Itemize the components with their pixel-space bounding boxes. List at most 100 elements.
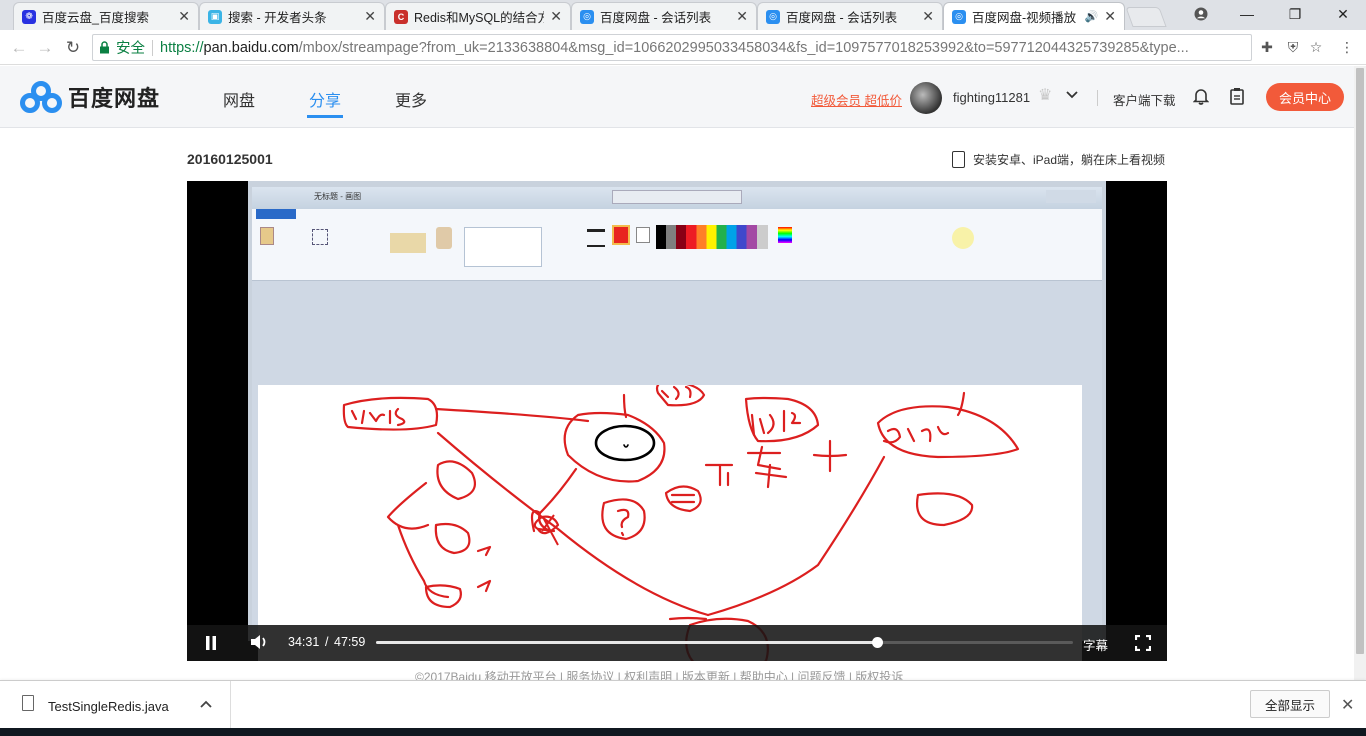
download-item[interactable]: TestSingleRedis.java bbox=[0, 681, 231, 729]
minimize-button[interactable]: — bbox=[1224, 0, 1270, 28]
player-controls: 34:31 / 47:59 字幕 bbox=[187, 625, 1167, 661]
total-time: 47:59 bbox=[334, 635, 366, 649]
close-icon[interactable]: ✕ bbox=[550, 8, 562, 25]
progress-played bbox=[376, 641, 878, 644]
baidu-pan-logo[interactable]: 百度网盘 bbox=[20, 81, 160, 113]
fullscreen-button[interactable] bbox=[1134, 634, 1152, 652]
back-arrow-icon[interactable]: ← bbox=[8, 37, 30, 59]
paint-canvas-area bbox=[252, 281, 1102, 661]
restore-button[interactable]: ❐ bbox=[1272, 0, 1318, 28]
username[interactable]: fighting11281 bbox=[953, 90, 1030, 105]
mobile-app-link[interactable]: 安装安卓、iPad端，躺在床上看视频 bbox=[952, 151, 1165, 168]
logo-text: 百度网盘 bbox=[68, 86, 161, 111]
bookmark-star-icon[interactable]: ☆ bbox=[1307, 38, 1325, 56]
bell-icon[interactable] bbox=[1192, 87, 1210, 110]
profile-icon[interactable] bbox=[1178, 0, 1224, 28]
tab-toutiao[interactable]: ▣ 搜索 - 开发者头条 ✕ bbox=[199, 2, 385, 30]
tab-csdn[interactable]: C Redis和MySQL的结合方 ✕ bbox=[385, 2, 571, 30]
color-1-swatch bbox=[612, 225, 630, 245]
tab-pan-sessions-2[interactable]: ◎ 百度网盘 - 会话列表 ✕ bbox=[757, 2, 943, 30]
paint-title: 无标题 - 画图 bbox=[314, 192, 362, 201]
window-close-button[interactable]: ✕ bbox=[1320, 0, 1366, 28]
browser-tab-strip: ❁ 百度云盘_百度搜索 ✕ ▣ 搜索 - 开发者头条 ✕ C Redis和MyS… bbox=[0, 0, 1366, 30]
download-shelf: TestSingleRedis.java 全部显示 ✕ bbox=[0, 680, 1366, 729]
speaker-icon bbox=[251, 635, 266, 649]
url-field[interactable]: 安全 https://pan.baidu.com/mbox/streampage… bbox=[92, 34, 1252, 61]
page-scrollbar[interactable] bbox=[1354, 66, 1366, 680]
tab-label: 百度网盘 - 会话列表 bbox=[600, 11, 712, 25]
video-player[interactable]: 无标题 - 画图 34:31 / 47:59 字幕 bbox=[187, 181, 1167, 661]
forward-arrow-icon[interactable]: → bbox=[34, 37, 56, 59]
clipboard-icon[interactable] bbox=[1229, 87, 1245, 110]
os-taskbar bbox=[0, 728, 1366, 736]
video-title: 20160125001 bbox=[187, 151, 273, 167]
shapes-gallery bbox=[464, 227, 542, 267]
file-icon bbox=[22, 695, 34, 711]
divider bbox=[152, 39, 153, 56]
recorder-toolbar bbox=[612, 190, 742, 204]
paint-window-buttons bbox=[1046, 190, 1096, 203]
brush-icon bbox=[436, 227, 452, 249]
divider bbox=[1097, 90, 1098, 106]
close-icon[interactable]: ✕ bbox=[922, 8, 934, 25]
show-all-downloads-button[interactable]: 全部显示 bbox=[1250, 690, 1330, 718]
chevron-down-icon[interactable] bbox=[1066, 87, 1078, 102]
tab-baidu-search[interactable]: ❁ 百度云盘_百度搜索 ✕ bbox=[13, 2, 199, 30]
tab-label: Redis和MySQL的结合方 bbox=[414, 11, 545, 25]
video-frame: 无标题 - 画图 bbox=[248, 181, 1106, 661]
extension-shield-icon[interactable]: ⛨ bbox=[1284, 38, 1302, 56]
super-vip-promo-link[interactable]: 超级会员 超低价 bbox=[811, 90, 902, 109]
client-download-link[interactable]: 客户端下载 bbox=[1113, 90, 1176, 109]
pause-icon bbox=[206, 636, 216, 650]
paint-titlebar: 无标题 - 画图 bbox=[252, 187, 1102, 209]
tab-pan-sessions-1[interactable]: ◎ 百度网盘 - 会话列表 ✕ bbox=[571, 2, 757, 30]
close-icon[interactable]: ✕ bbox=[1104, 8, 1116, 25]
address-toolbar: ← → ↻ 安全 https://pan.baidu.com/mbox/stre… bbox=[0, 30, 1366, 65]
download-file-name[interactable]: TestSingleRedis.java bbox=[48, 699, 169, 714]
tab-pan-video[interactable]: ◎ 百度网盘-视频播放 🔊 ✕ bbox=[943, 2, 1125, 30]
site-header: 百度网盘 网盘 分享 更多 超级会员 超低价 fighting11281 ♛ 客… bbox=[0, 66, 1354, 128]
close-icon[interactable]: ✕ bbox=[1341, 695, 1354, 715]
volume-button[interactable] bbox=[249, 633, 271, 653]
new-tab-button[interactable] bbox=[1125, 7, 1167, 27]
reload-icon[interactable]: ↻ bbox=[62, 37, 84, 59]
progress-handle[interactable] bbox=[872, 637, 884, 648]
mobile-app-label: 安装安卓、iPad端，躺在床上看视频 bbox=[973, 153, 1166, 167]
toutiao-icon: ▣ bbox=[208, 9, 222, 24]
avatar[interactable] bbox=[910, 82, 942, 114]
scrollbar-thumb[interactable] bbox=[1356, 68, 1364, 654]
fullscreen-icon bbox=[1134, 634, 1152, 652]
nav-more[interactable]: 更多 bbox=[395, 87, 427, 111]
subtitle-button[interactable]: 字幕 bbox=[1083, 635, 1108, 654]
chevron-up-icon[interactable] bbox=[200, 696, 212, 711]
paint-file-tab bbox=[256, 209, 296, 219]
url-path: /mbox/streampage?from_uk=2133638804&msg_… bbox=[298, 39, 1189, 56]
current-time: 34:31 bbox=[288, 635, 320, 649]
tab-label: 搜索 - 开发者头条 bbox=[228, 11, 327, 25]
extension-puzzle-icon[interactable]: ✚ bbox=[1258, 38, 1276, 56]
close-icon[interactable]: ✕ bbox=[736, 8, 748, 25]
secure-indicator[interactable]: 安全 bbox=[99, 37, 145, 58]
crown-icon: ♛ bbox=[1038, 87, 1053, 104]
close-icon[interactable]: ✕ bbox=[364, 8, 376, 25]
pause-button[interactable] bbox=[202, 634, 220, 652]
csdn-icon: C bbox=[394, 9, 408, 24]
time-separator: / bbox=[325, 635, 329, 649]
secure-label: 安全 bbox=[116, 41, 145, 57]
baidu-pan-icon: ◎ bbox=[952, 9, 966, 24]
nav-share[interactable]: 分享 bbox=[309, 87, 341, 111]
nav-netdisk[interactable]: 网盘 bbox=[223, 87, 255, 111]
baidu-paw-icon: ❁ bbox=[22, 9, 36, 24]
select-icon bbox=[312, 229, 328, 245]
tab-label: 百度网盘-视频播放 bbox=[972, 11, 1077, 25]
vip-center-button[interactable]: 会员中心 bbox=[1266, 83, 1344, 111]
color-2-swatch bbox=[636, 227, 650, 243]
paint-canvas bbox=[258, 385, 1082, 661]
baidu-pan-logo-icon bbox=[20, 81, 62, 113]
menu-kebab-icon[interactable]: ⋮ bbox=[1338, 38, 1356, 56]
close-icon[interactable]: ✕ bbox=[178, 8, 190, 25]
progress-bar[interactable] bbox=[376, 637, 1073, 648]
paint-ribbon bbox=[252, 209, 1102, 281]
lock-icon bbox=[100, 41, 109, 54]
tab-label: 百度网盘 - 会话列表 bbox=[786, 11, 898, 25]
